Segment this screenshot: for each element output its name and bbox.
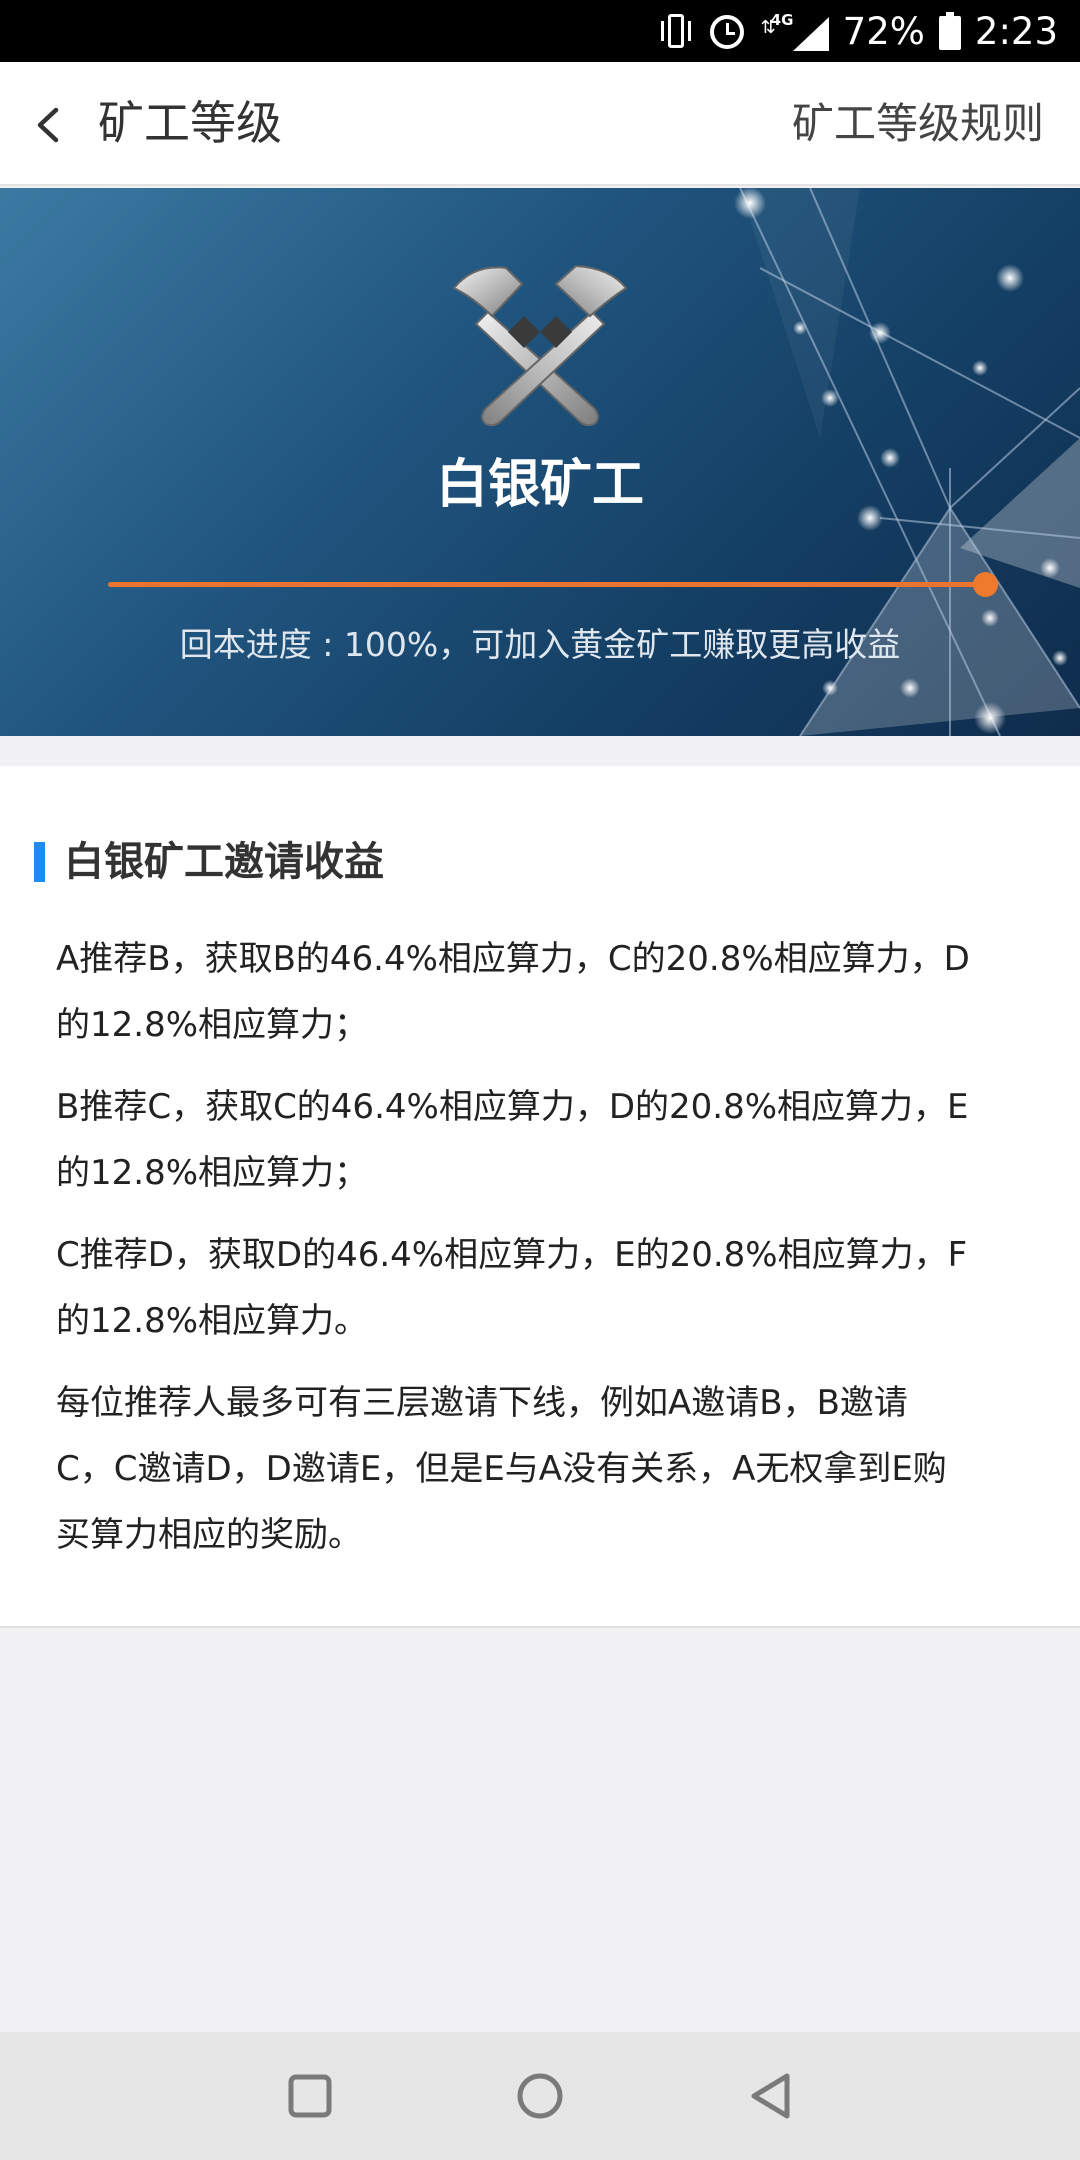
back-button[interactable]: [24, 98, 74, 152]
recent-apps-button[interactable]: [278, 2064, 342, 2128]
text-line: 每位推荐人最多可有三层邀请下线，例如A邀请B，B邀请: [56, 1383, 908, 1423]
vibrate-icon: [659, 12, 693, 50]
text-line: A推荐B，获取B的46.4%相应算力，C的20.8%相应算力，D: [56, 939, 970, 979]
section-accent-bar: [34, 842, 45, 882]
system-nav-bar: [0, 2032, 1080, 2160]
rule-paragraph: 每位推荐人最多可有三层邀请下线，例如A邀请B，B邀请 C，C邀请D，D邀请E，但…: [56, 1370, 1028, 1568]
rule-paragraph: C推荐D，获取D的46.4%相应算力，E的20.8%相应算力，F 的12.8%相…: [56, 1222, 1028, 1354]
signal-icon: ⇅ 4G: [761, 11, 829, 51]
progress-text: 回本进度 : 100%，可加入黄金矿工赚取更高收益: [179, 625, 901, 664]
home-button[interactable]: [508, 2064, 572, 2128]
clock: 2:23: [974, 9, 1058, 53]
level-name: 白银矿工: [435, 455, 644, 515]
progress-track: [108, 582, 986, 587]
home-icon: [517, 2073, 563, 2119]
rule-paragraph: B推荐C，获取C的46.4%相应算力，D的20.8%相应算力，E 的12.8%相…: [56, 1074, 1028, 1206]
invite-earnings-card: 白银矿工邀请收益 A推荐B，获取B的46.4%相应算力，C的20.8%相应算力，…: [0, 766, 1080, 1628]
system-back-button[interactable]: [740, 2064, 804, 2128]
text-line: C推荐D，获取D的46.4%相应算力，E的20.8%相应算力，F: [56, 1235, 968, 1275]
app-header: 矿工等级 矿工等级规则: [0, 62, 1080, 186]
level-rules-link[interactable]: 矿工等级规则: [792, 94, 1044, 154]
level-banner: 白银矿工 回本进度 : 100%，可加入黄金矿工赚取更高收益: [0, 188, 1080, 736]
status-bar: ⇅ 4G 72% 2:23: [0, 0, 1080, 62]
text-line: B推荐C，获取C的46.4%相应算力，D的20.8%相应算力，E: [56, 1087, 969, 1127]
battery-percent: 72%: [842, 9, 925, 53]
progress-knob: [973, 572, 998, 597]
back-triangle-icon: [751, 2073, 790, 2119]
recent-apps-icon: [288, 2074, 332, 2118]
rule-paragraph: A推荐B，获取B的46.4%相应算力，C的20.8%相应算力，D 的12.8%相…: [56, 926, 1028, 1058]
alarm-icon: [707, 11, 747, 51]
page-title: 矿工等级: [98, 96, 282, 150]
network-type: 4G: [770, 11, 794, 29]
text-line: 买算力相应的奖励。: [56, 1515, 362, 1555]
battery-icon: [938, 12, 961, 50]
text-line: 的12.8%相应算力；: [56, 1005, 369, 1045]
text-line: 的12.8%相应算力；: [56, 1153, 369, 1193]
crossed-hammers-icon: [452, 264, 628, 426]
text-line: 的12.8%相应算力。: [56, 1301, 369, 1341]
text-line: C，C邀请D，D邀请E，但是E与A没有关系，A无权拿到E购: [56, 1449, 947, 1489]
section-title: 白银矿工邀请收益: [64, 839, 384, 885]
chevron-left-icon: [37, 107, 59, 143]
